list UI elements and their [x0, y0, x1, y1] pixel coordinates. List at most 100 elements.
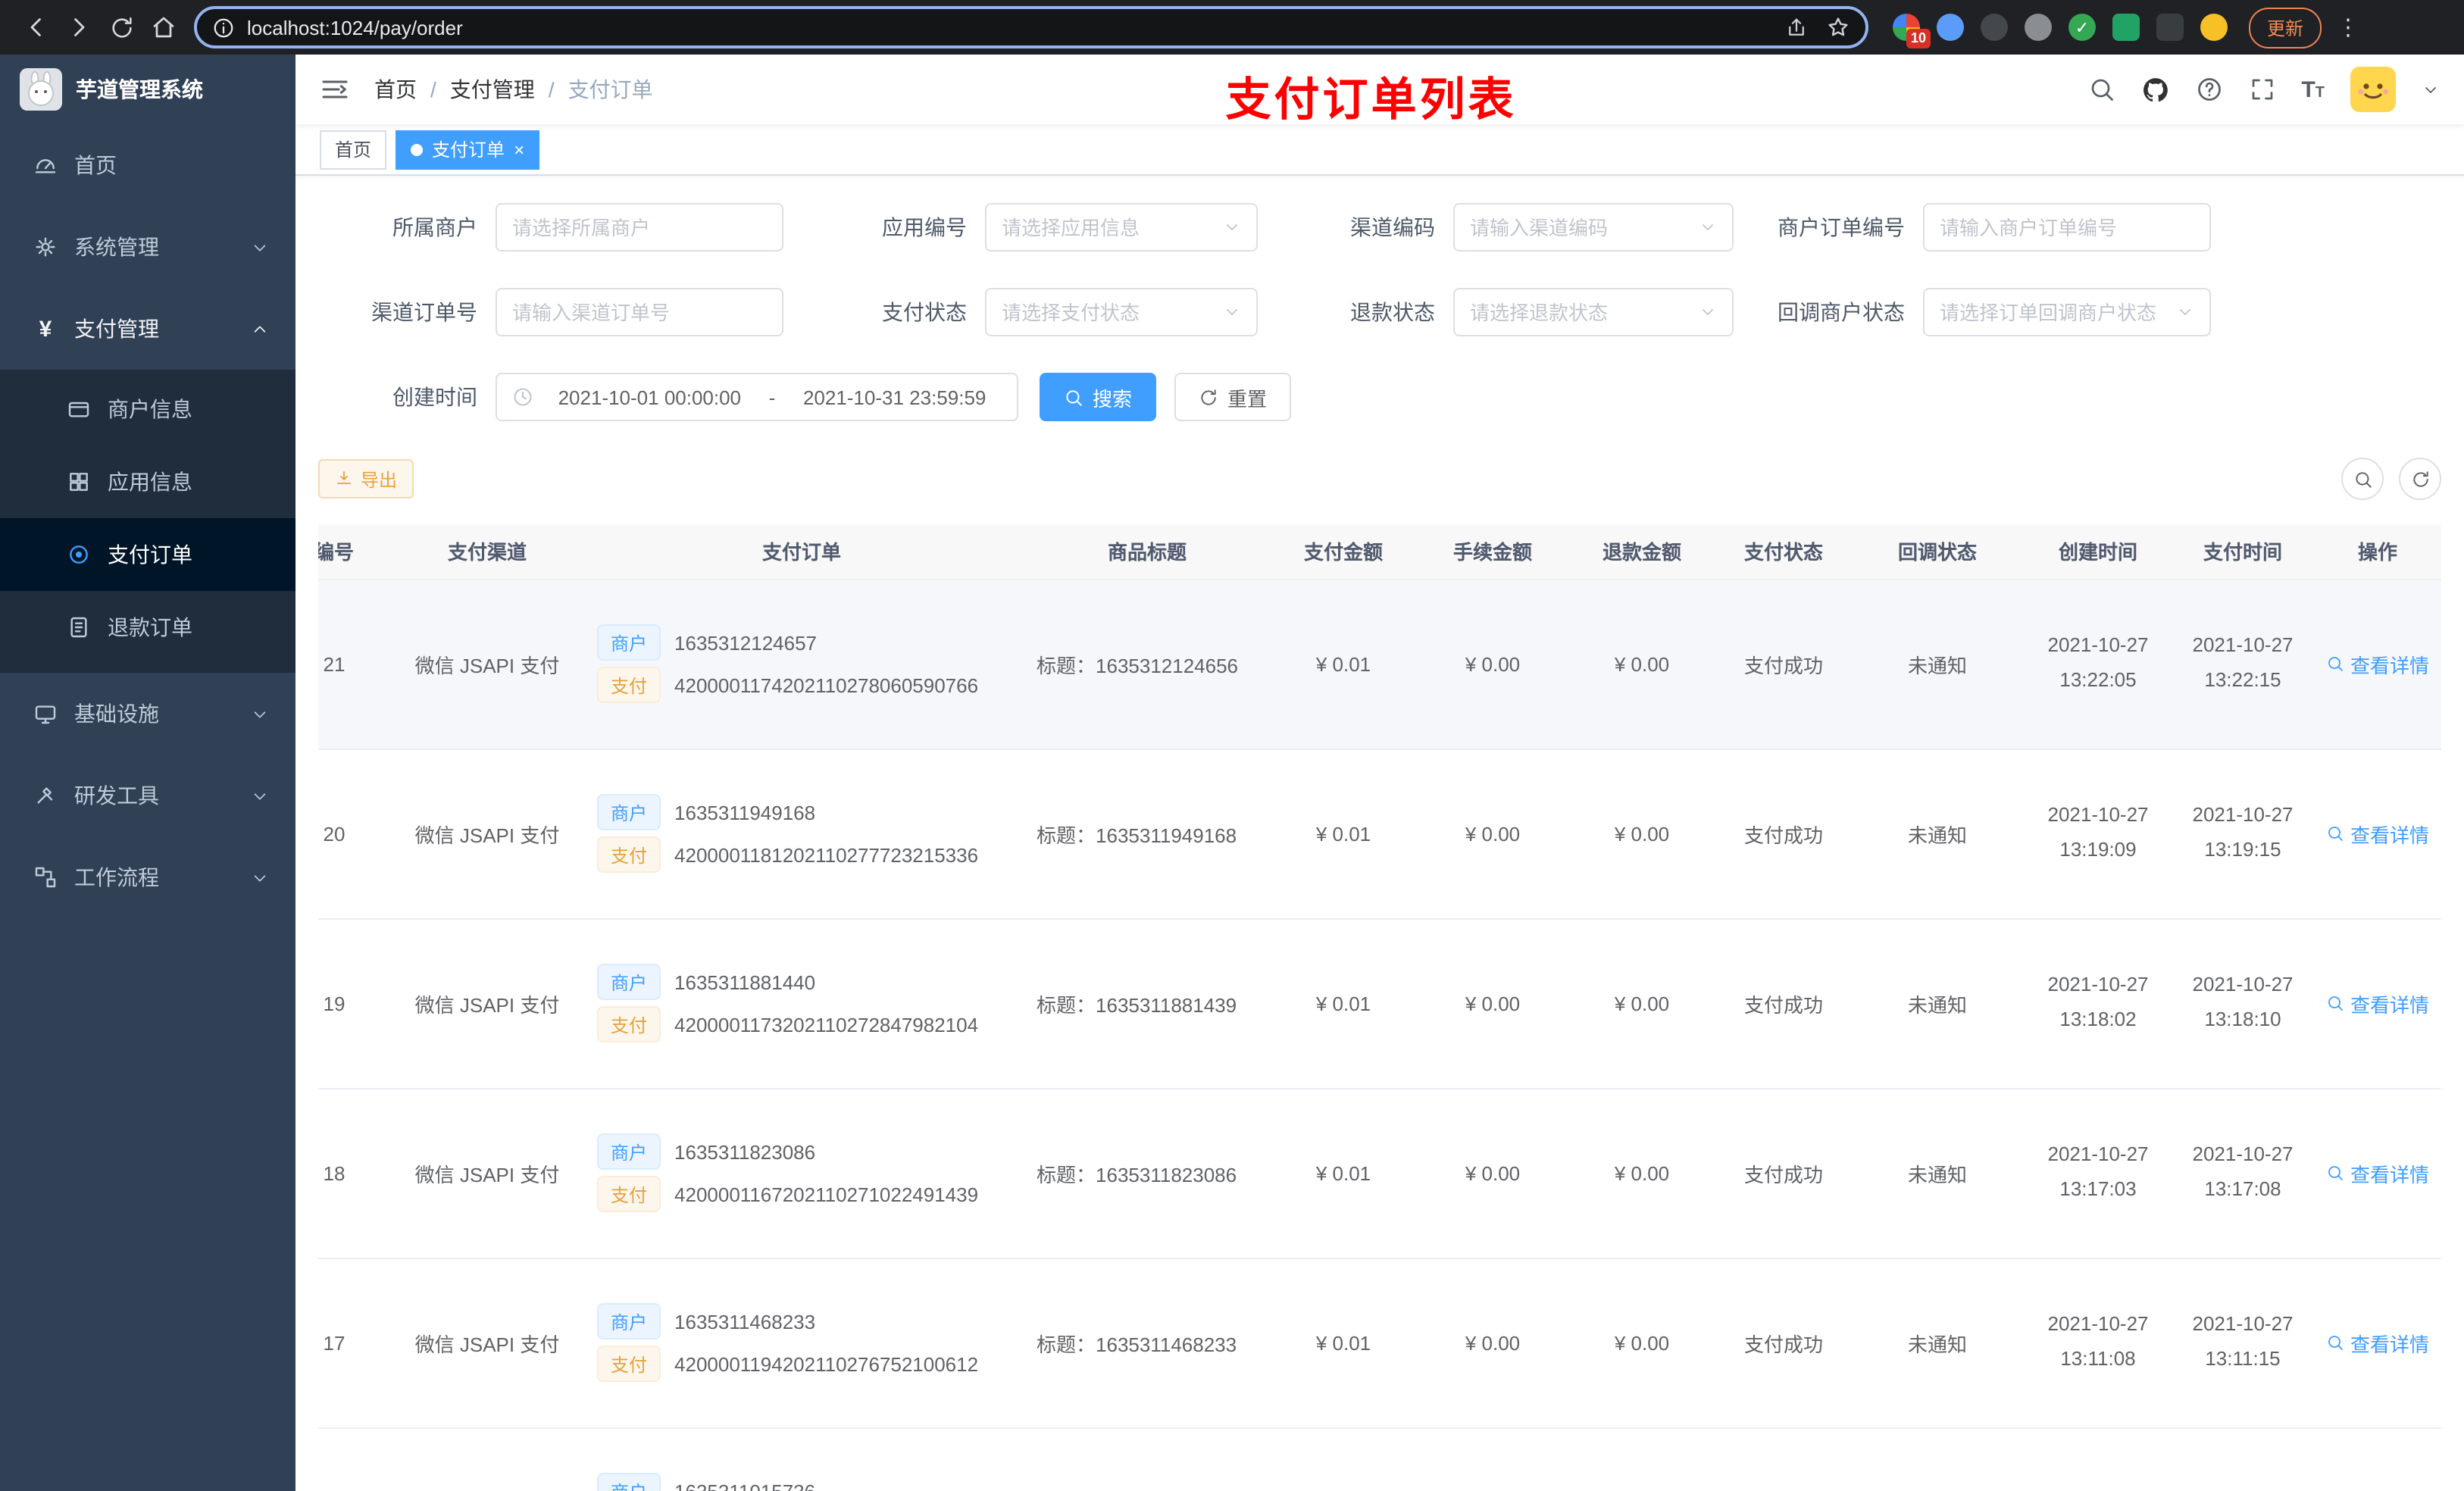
tab-close-icon[interactable]: ×	[514, 140, 524, 158]
sidebar-item-app-info[interactable]: 应用信息	[0, 445, 295, 518]
search-button[interactable]: 搜索	[1040, 373, 1157, 421]
channel-order-no-input[interactable]	[512, 301, 767, 324]
cell-channel: 微信 JSAPI 支付	[392, 918, 582, 1089]
tab-pay-order[interactable]: 支付订单 ×	[396, 130, 540, 169]
table-row: 20 微信 JSAPI 支付 商户 1635311949168 支付 4200001…	[318, 749, 2441, 919]
view-detail-link[interactable]: 查看详情	[2326, 1158, 2429, 1187]
cell-id	[318, 1427, 392, 1491]
cell-fee: ¥ 0.00	[1414, 1258, 1571, 1428]
address-bar[interactable]: localhost:1024/pay/order	[194, 6, 1868, 48]
bookmark-star-icon[interactable]	[1826, 15, 1850, 39]
extension-drop-icon[interactable]	[1937, 14, 1964, 41]
view-detail-link[interactable]: 查看详情	[2326, 819, 2429, 848]
search-icon[interactable]	[2087, 76, 2115, 103]
dashboard-icon	[35, 159, 56, 173]
share-icon[interactable]	[1785, 16, 1808, 39]
avatar[interactable]	[2350, 67, 2396, 112]
sidebar-item-merchant-info[interactable]: 商户信息	[0, 373, 295, 445]
refund-status-select[interactable]	[1470, 301, 1690, 324]
breadcrumb-pay-mgmt[interactable]: 支付管理	[450, 74, 535, 105]
breadcrumb: 首页 / 支付管理 / 支付订单	[374, 74, 653, 105]
extension-check-icon[interactable]: ✓	[2068, 14, 2096, 41]
cell-refund: ¥ 0.00	[1571, 918, 1712, 1089]
fullscreen-icon[interactable]	[2248, 76, 2275, 103]
sidebar-item-payment[interactable]: ¥ 支付管理	[0, 288, 295, 370]
pay-tag: 支付	[597, 1346, 661, 1382]
view-detail-link[interactable]: 查看详情	[2326, 1328, 2429, 1357]
merchant-tag: 商户	[597, 624, 661, 661]
sidebar-item-system[interactable]: 系统管理	[0, 206, 295, 288]
merchant-tag: 商户	[597, 1133, 661, 1170]
forward-icon[interactable]	[58, 6, 100, 48]
extension-dark-icon[interactable]	[1981, 14, 2008, 41]
browser-update-button[interactable]: 更新	[2249, 7, 2322, 48]
date-range-picker[interactable]: 2021-10-01 00:00:00 - 2021-10-31 23:59:5…	[496, 373, 1018, 421]
toggle-search-button[interactable]	[2341, 458, 2384, 500]
extension-gray-icon[interactable]	[2025, 14, 2052, 41]
reset-button[interactable]: 重置	[1174, 373, 1292, 421]
notify-status-select[interactable]	[1940, 301, 2167, 324]
cell-channel: 微信 JSAPI 支付	[392, 1088, 582, 1258]
tab-home[interactable]: 首页	[320, 130, 387, 169]
merchant-order-no-input[interactable]	[1940, 216, 2194, 239]
view-detail-link[interactable]: 查看详情	[2326, 989, 2429, 1017]
cell-actions: 查看详情	[2309, 749, 2441, 919]
cell-pay-status: 支付成功	[1712, 749, 1855, 919]
breadcrumb-home[interactable]: 首页	[374, 74, 417, 105]
cell-id: 21	[318, 579, 392, 749]
sidebar-item-workflow[interactable]: 工作流程	[0, 836, 295, 918]
pay-tag: 支付	[597, 1176, 661, 1212]
export-button[interactable]: 导出	[318, 459, 414, 499]
gear-icon	[36, 237, 55, 257]
cell-order-no: 商户 1635312124657 支付 4200001174202110278060…	[582, 579, 1021, 749]
cell-amount: ¥ 0.01	[1273, 579, 1414, 749]
avatar-caret-icon[interactable]	[2422, 80, 2440, 98]
filter-pay-status: 支付状态	[783, 288, 1258, 336]
navbar: 首页 / 支付管理 / 支付订单 支付订单列表 TT	[295, 55, 2464, 126]
extension-dark-square-icon[interactable]	[2156, 14, 2184, 41]
sidebar-item-refund-order[interactable]: 退款订单	[0, 591, 295, 664]
pay-status-select[interactable]	[1002, 301, 1214, 324]
reload-icon[interactable]	[100, 6, 142, 48]
merchant-input[interactable]	[512, 216, 767, 239]
browser-menu-icon[interactable]: ⋮	[2337, 14, 2359, 41]
extension-colors-icon[interactable]: 10	[1893, 14, 1931, 48]
cell-pay-time	[2176, 1427, 2309, 1491]
extension-green-square-icon[interactable]	[2112, 14, 2140, 41]
app-id-select[interactable]	[1002, 216, 1214, 239]
col-fee: 手续金额	[1414, 524, 1571, 580]
view-detail-link[interactable]: 查看详情	[2326, 649, 2429, 678]
github-icon[interactable]	[2140, 75, 2169, 104]
cell-notify-status: 未通知	[1855, 1088, 2020, 1258]
cell-refund: ¥ 0.00	[1571, 1088, 1712, 1258]
cell-pay-status: 支付成功	[1712, 1258, 1855, 1428]
cell-amount: ¥ 0.01	[1273, 918, 1414, 1089]
channel-code-select[interactable]	[1470, 216, 1690, 239]
pay-tag: 支付	[597, 1006, 661, 1042]
refresh-icon	[2412, 470, 2428, 486]
hamburger-icon[interactable]	[320, 74, 350, 105]
extension-tray: 10 ✓	[1893, 14, 2228, 48]
browser-bar: localhost:1024/pay/order 10 ✓ 更新 ⋮	[0, 0, 2464, 55]
sidebar-item-infra[interactable]: 基础设施	[0, 673, 295, 755]
font-size-icon[interactable]: TT	[2301, 78, 2325, 101]
extension-monkey-icon[interactable]	[2200, 14, 2228, 41]
extension-badge: 10	[1906, 29, 1931, 48]
cell-pay-status: 支付成功	[1712, 579, 1855, 749]
refresh-table-button[interactable]	[2399, 458, 2441, 500]
info-icon[interactable]	[212, 16, 235, 39]
search-icon	[2355, 471, 2371, 487]
search-icon	[2328, 1166, 2343, 1180]
navbar-actions: TT	[2087, 67, 2440, 112]
merchant-tag: 商户	[597, 794, 661, 830]
back-icon[interactable]	[15, 6, 58, 48]
table-row: 18 微信 JSAPI 支付 商户 1635311823086 支付 4200001…	[318, 1088, 2441, 1258]
cell-title: 标题：1635311949168	[1021, 749, 1273, 919]
help-icon[interactable]	[2195, 76, 2222, 103]
col-actions: 操作	[2309, 524, 2441, 580]
sidebar-item-pay-order[interactable]: 支付订单	[0, 518, 295, 591]
home-icon[interactable]	[142, 6, 185, 48]
sidebar-item-home[interactable]: 首页	[0, 124, 295, 206]
sidebar-item-dev-tools[interactable]: 研发工具	[0, 755, 295, 836]
tags-view: 首页 支付订单 ×	[295, 124, 2464, 176]
